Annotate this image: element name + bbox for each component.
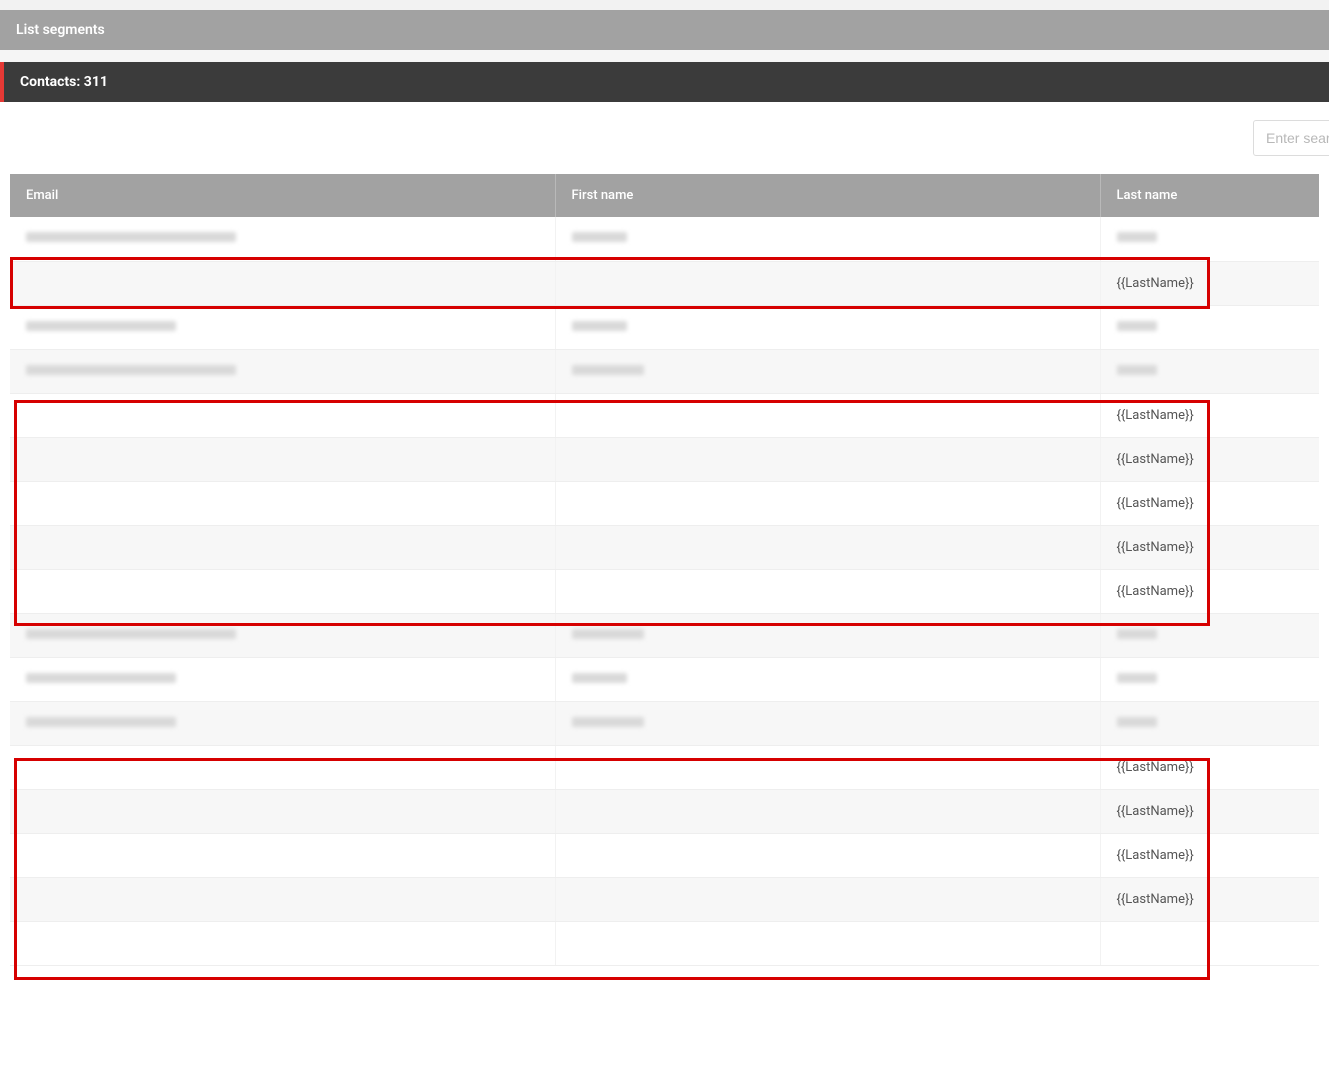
table-row[interactable]: {{LastName}} (10, 789, 1319, 833)
redacted-text (26, 321, 176, 331)
redacted-text (26, 365, 236, 375)
redacted-text (572, 673, 627, 683)
cell-first-name (555, 569, 1100, 613)
contacts-count-bar: Contacts: 311 (0, 62, 1329, 102)
list-segments-title: List segments (16, 22, 105, 38)
cell-email (10, 569, 555, 613)
contacts-count-label: Contacts: 311 (20, 74, 108, 90)
cell-email (10, 305, 555, 349)
redacted-text (572, 629, 644, 639)
cell-last-name: {{LastName}} (1100, 261, 1319, 305)
redacted-text (1117, 717, 1157, 727)
cell-last-name: {{LastName}} (1100, 437, 1319, 481)
redacted-text (1117, 629, 1157, 639)
cell-first-name (555, 481, 1100, 525)
redacted-text (1117, 365, 1157, 375)
cell-first-name (555, 701, 1100, 745)
cell-first-name (555, 745, 1100, 789)
table-row[interactable]: {{LastName}} (10, 437, 1319, 481)
cell-first-name (555, 261, 1100, 305)
cell-email (10, 745, 555, 789)
table-header-row: Email First name Last name (10, 174, 1319, 217)
table-row[interactable] (10, 305, 1319, 349)
table-row[interactable]: {{LastName}} (10, 569, 1319, 613)
col-header-email[interactable]: Email (10, 174, 555, 217)
redacted-text (1117, 321, 1157, 331)
table-row[interactable]: {{LastName}} (10, 833, 1319, 877)
cell-email (10, 613, 555, 657)
cell-last-name (1100, 217, 1319, 261)
table-row[interactable] (10, 217, 1319, 261)
cell-email (10, 921, 555, 965)
cell-email (10, 437, 555, 481)
redacted-text (26, 629, 236, 639)
cell-email (10, 877, 555, 921)
redacted-text (572, 321, 627, 331)
cell-last-name (1100, 349, 1319, 393)
redacted-text (572, 232, 627, 242)
table-row[interactable] (10, 701, 1319, 745)
col-header-first-name[interactable]: First name (555, 174, 1100, 217)
cell-first-name (555, 525, 1100, 569)
redacted-text (572, 365, 644, 375)
cell-email (10, 657, 555, 701)
cell-first-name (555, 657, 1100, 701)
cell-last-name: {{LastName}} (1100, 393, 1319, 437)
cell-email (10, 701, 555, 745)
cell-first-name (555, 437, 1100, 481)
table-row[interactable]: {{LastName}} (10, 877, 1319, 921)
redacted-text (26, 717, 176, 727)
table-row[interactable]: {{LastName}} (10, 525, 1319, 569)
col-header-last-name[interactable]: Last name (1100, 174, 1319, 217)
cell-last-name (1100, 921, 1319, 965)
table-row[interactable]: {{LastName}} (10, 745, 1319, 789)
table-row[interactable] (10, 349, 1319, 393)
cell-last-name: {{LastName}} (1100, 569, 1319, 613)
cell-last-name (1100, 305, 1319, 349)
redacted-text (1117, 673, 1157, 683)
redacted-text (572, 717, 644, 727)
cell-first-name (555, 921, 1100, 965)
search-input[interactable] (1253, 120, 1329, 156)
table-row[interactable] (10, 921, 1319, 965)
cell-email (10, 481, 555, 525)
table-row[interactable] (10, 613, 1319, 657)
redacted-text (26, 232, 236, 242)
cell-last-name: {{LastName}} (1100, 789, 1319, 833)
table-row[interactable] (10, 657, 1319, 701)
cell-email (10, 525, 555, 569)
cell-first-name (555, 349, 1100, 393)
cell-last-name: {{LastName}} (1100, 833, 1319, 877)
cell-last-name: {{LastName}} (1100, 481, 1319, 525)
contacts-table: Email First name Last name {{LastName}}{… (10, 174, 1319, 966)
cell-email (10, 217, 555, 261)
cell-email (10, 833, 555, 877)
cell-last-name (1100, 613, 1319, 657)
cell-email (10, 393, 555, 437)
redacted-text (26, 673, 176, 683)
cell-email (10, 261, 555, 305)
cell-last-name: {{LastName}} (1100, 525, 1319, 569)
list-segments-bar[interactable]: List segments (0, 10, 1329, 50)
cell-first-name (555, 217, 1100, 261)
controls-row (0, 102, 1329, 174)
cell-first-name (555, 305, 1100, 349)
cell-first-name (555, 393, 1100, 437)
table-row[interactable]: {{LastName}} (10, 393, 1319, 437)
cell-last-name (1100, 701, 1319, 745)
cell-last-name: {{LastName}} (1100, 877, 1319, 921)
cell-first-name (555, 877, 1100, 921)
cell-last-name: {{LastName}} (1100, 745, 1319, 789)
cell-first-name (555, 833, 1100, 877)
cell-email (10, 349, 555, 393)
cell-first-name (555, 789, 1100, 833)
cell-email (10, 789, 555, 833)
cell-last-name (1100, 657, 1319, 701)
cell-first-name (555, 613, 1100, 657)
redacted-text (1117, 232, 1157, 242)
table-row[interactable]: {{LastName}} (10, 261, 1319, 305)
table-row[interactable]: {{LastName}} (10, 481, 1319, 525)
